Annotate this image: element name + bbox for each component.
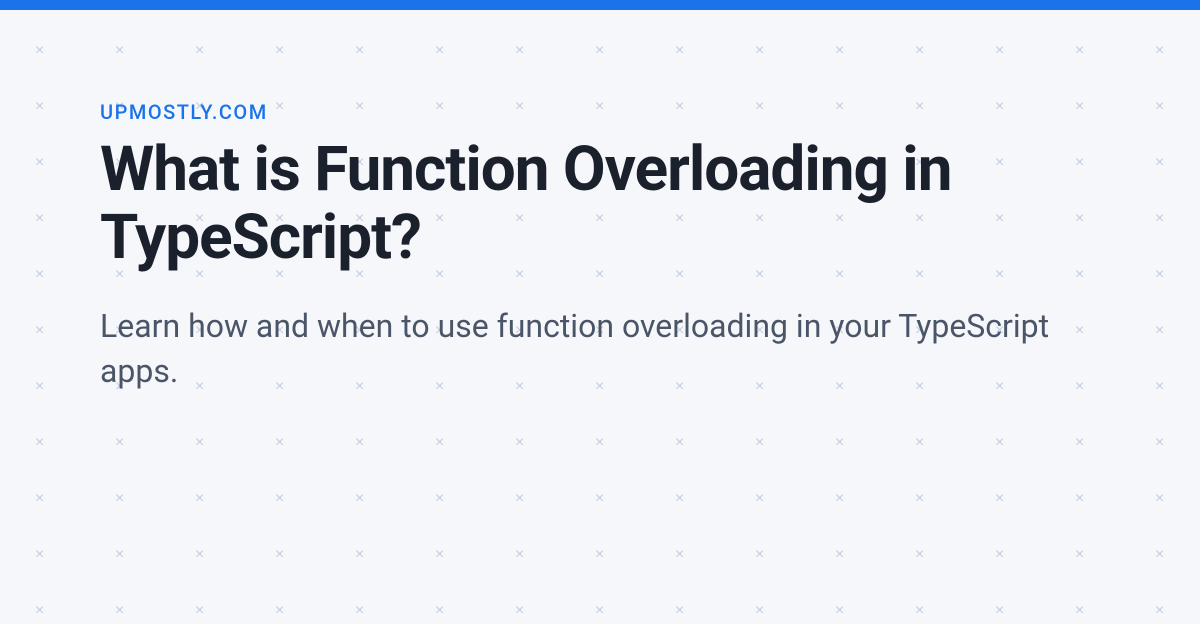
pattern-x-icon: × — [1075, 490, 1084, 508]
pattern-x-icon: × — [1075, 546, 1084, 564]
pattern-x-icon: × — [995, 602, 1004, 620]
pattern-x-icon: × — [675, 434, 684, 452]
pattern-x-icon: × — [515, 602, 524, 620]
pattern-x-icon: × — [595, 602, 604, 620]
pattern-x-icon: × — [355, 602, 364, 620]
pattern-x-icon: × — [275, 602, 284, 620]
pattern-x-icon: × — [995, 490, 1004, 508]
pattern-x-icon: × — [1155, 546, 1164, 564]
pattern-x-icon: × — [755, 490, 764, 508]
pattern-x-icon: × — [1075, 434, 1084, 452]
pattern-x-icon: × — [35, 490, 44, 508]
page-subtitle: Learn how and when to use function overl… — [100, 304, 1100, 394]
pattern-x-icon: × — [1155, 434, 1164, 452]
pattern-x-icon: × — [195, 490, 204, 508]
pattern-x-icon: × — [595, 546, 604, 564]
pattern-x-icon: × — [115, 602, 124, 620]
page-title: What is Function Overloading in TypeScri… — [100, 136, 1100, 272]
pattern-x-icon: × — [755, 434, 764, 452]
pattern-x-icon: × — [675, 602, 684, 620]
pattern-x-icon: × — [1155, 602, 1164, 620]
pattern-x-icon: × — [355, 490, 364, 508]
pattern-x-icon: × — [35, 546, 44, 564]
pattern-x-icon: × — [915, 602, 924, 620]
pattern-x-icon: × — [435, 602, 444, 620]
pattern-x-icon: × — [275, 434, 284, 452]
pattern-x-icon: × — [515, 490, 524, 508]
pattern-x-icon: × — [675, 490, 684, 508]
pattern-x-icon: × — [35, 602, 44, 620]
pattern-x-icon: × — [355, 546, 364, 564]
pattern-x-icon: × — [275, 546, 284, 564]
pattern-x-icon: × — [515, 546, 524, 564]
pattern-x-icon: × — [755, 602, 764, 620]
site-label: UPMOSTLY.COM — [100, 100, 1100, 124]
pattern-x-icon: × — [35, 434, 44, 452]
pattern-x-icon: × — [915, 434, 924, 452]
pattern-x-icon: × — [675, 546, 684, 564]
pattern-x-icon: × — [515, 434, 524, 452]
pattern-x-icon: × — [835, 490, 844, 508]
pattern-x-icon: × — [835, 434, 844, 452]
pattern-x-icon: × — [115, 546, 124, 564]
pattern-x-icon: × — [435, 434, 444, 452]
pattern-x-icon: × — [595, 434, 604, 452]
pattern-x-icon: × — [835, 602, 844, 620]
content-area: UPMOSTLY.COM What is Function Overloadin… — [0, 10, 1200, 394]
pattern-x-icon: × — [195, 602, 204, 620]
pattern-x-icon: × — [835, 546, 844, 564]
pattern-x-icon: × — [1075, 602, 1084, 620]
pattern-x-icon: × — [435, 490, 444, 508]
accent-top-bar — [0, 0, 1200, 10]
pattern-x-icon: × — [595, 490, 604, 508]
pattern-x-icon: × — [115, 490, 124, 508]
pattern-x-icon: × — [195, 434, 204, 452]
pattern-x-icon: × — [1155, 490, 1164, 508]
pattern-x-icon: × — [195, 546, 204, 564]
pattern-x-icon: × — [275, 490, 284, 508]
pattern-x-icon: × — [915, 490, 924, 508]
pattern-x-icon: × — [355, 434, 364, 452]
pattern-x-icon: × — [995, 434, 1004, 452]
pattern-x-icon: × — [115, 434, 124, 452]
pattern-x-icon: × — [435, 546, 444, 564]
pattern-x-icon: × — [995, 546, 1004, 564]
pattern-x-icon: × — [755, 546, 764, 564]
pattern-x-icon: × — [915, 546, 924, 564]
